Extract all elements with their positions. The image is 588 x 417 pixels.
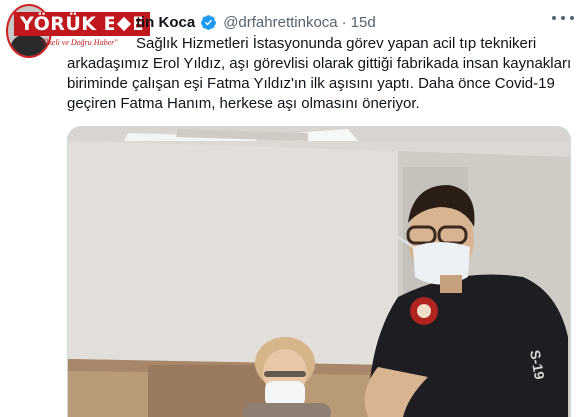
tweet-photo[interactable]: S-19 (67, 126, 571, 417)
more-options-icon[interactable] (552, 10, 574, 26)
tweet-text-line: biriminde çalışan eşi Fatma Yıldız'ın il… (67, 75, 555, 92)
tweet-header: tin Koca @drfahrettinkoca · 15d (136, 12, 376, 32)
photo-illustration: S-19 (68, 127, 570, 417)
verified-badge-icon (200, 14, 217, 31)
watermark-flag-icon (114, 14, 134, 36)
tweet-timestamp[interactable]: 15d (351, 14, 376, 31)
author-handle[interactable]: @drfahrettinkoca (223, 14, 337, 31)
author-name[interactable]: tin Koca (136, 14, 195, 31)
tweet-text-line: Sağlık Hizmetleri İstasyonunda görev yap… (136, 35, 537, 52)
tweet-text-line: arkadaşımız Erol Yıldız, aşı görevlisi o… (67, 55, 572, 72)
tweet-text-line: geçiren Fatma Hanım, herkese aşı olmasın… (67, 95, 420, 112)
separator-dot: · (341, 13, 347, 31)
tweet-text: Sağlık Hizmetleri İstasyonunda görev yap… (67, 34, 579, 114)
